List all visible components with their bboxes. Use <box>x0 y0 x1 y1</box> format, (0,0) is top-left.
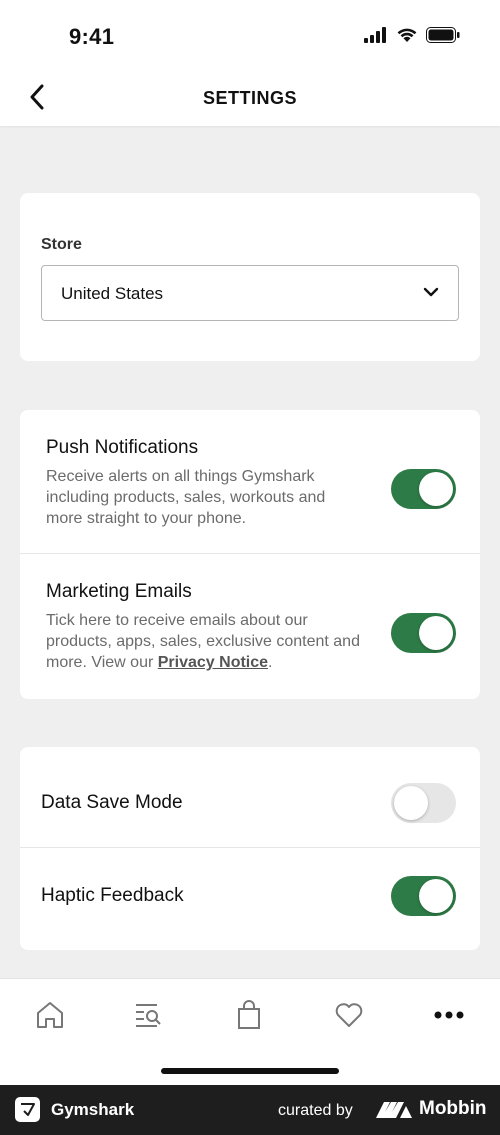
preferences-card: Data Save Mode Haptic Feedback <box>20 747 480 950</box>
mobbin-logo-icon <box>376 1102 412 1118</box>
privacy-notice-link[interactable]: Privacy Notice <box>158 654 268 671</box>
home-indicator <box>161 1068 339 1074</box>
data-save-mode-row: Data Save Mode <box>20 747 480 848</box>
status-time: 9:41 <box>69 24 115 49</box>
marketing-emails-description: Tick here to receive emails about our pr… <box>46 610 366 673</box>
notifications-card: Push Notifications Receive alerts on all… <box>20 410 480 699</box>
tab-more[interactable] <box>429 995 469 1035</box>
battery-icon <box>426 27 460 43</box>
toggle-knob <box>419 472 453 506</box>
bag-icon <box>238 1000 260 1029</box>
status-bar: 9:41 <box>0 0 500 70</box>
toggle-knob <box>419 879 453 913</box>
page-title: SETTINGS <box>202 88 297 108</box>
push-notifications-row: Push Notifications Receive alerts on all… <box>20 410 480 554</box>
tab-bag[interactable] <box>229 995 269 1035</box>
cellular-signal-icon <box>364 27 386 43</box>
tab-search[interactable] <box>128 995 168 1035</box>
store-label: Store <box>41 236 82 253</box>
marketing-emails-title: Marketing Emails <box>46 581 192 602</box>
toggle-knob <box>419 616 453 650</box>
nav-bar: SETTINGS <box>0 70 500 126</box>
chevron-down-icon <box>423 287 439 297</box>
tab-home[interactable] <box>30 995 70 1035</box>
haptic-feedback-row: Haptic Feedback <box>20 848 480 950</box>
wifi-icon <box>397 28 417 42</box>
toggle-knob <box>394 786 428 820</box>
more-icon <box>434 1011 464 1019</box>
marketing-emails-toggle[interactable] <box>391 613 456 653</box>
status-icons <box>364 27 460 43</box>
data-save-mode-toggle[interactable] <box>391 783 456 823</box>
push-notifications-title: Push Notifications <box>46 437 199 458</box>
store-card: Store United States <box>20 193 480 361</box>
footer: Gymshark curated by Mobbin <box>0 1085 500 1135</box>
push-notifications-description: Receive alerts on all things Gymshark in… <box>46 468 326 527</box>
footer-curated-by: curated by <box>278 1102 353 1119</box>
footer-mobbin: Mobbin <box>419 1098 487 1119</box>
store-select[interactable]: United States <box>41 265 459 321</box>
footer-brand: Gymshark <box>51 1100 135 1119</box>
home-icon <box>37 1002 63 1028</box>
tab-wishlist[interactable] <box>329 995 369 1035</box>
data-save-mode-label: Data Save Mode <box>41 792 183 813</box>
push-notifications-toggle[interactable] <box>391 469 456 509</box>
haptic-feedback-toggle[interactable] <box>391 876 456 916</box>
store-selected-value: United States <box>61 284 164 303</box>
heart-icon <box>335 1003 363 1027</box>
haptic-feedback-label: Haptic Feedback <box>41 885 184 906</box>
search-list-icon <box>136 1004 161 1027</box>
tab-bar <box>0 978 500 1085</box>
marketing-emails-suffix: . <box>268 654 273 671</box>
marketing-emails-row: Marketing Emails Tick here to receive em… <box>20 554 480 699</box>
gymshark-logo-icon <box>15 1097 40 1122</box>
